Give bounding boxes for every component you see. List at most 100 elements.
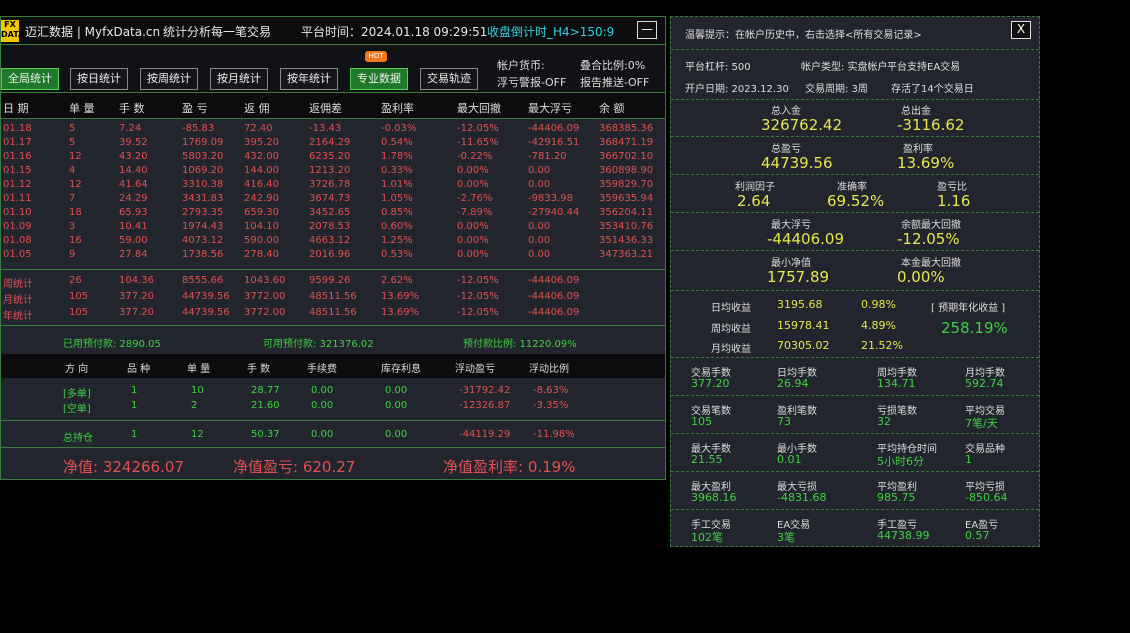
column-header[interactable]: 最大浮亏 [528, 100, 572, 116]
pro-data-button[interactable]: 专业数据 [350, 68, 408, 90]
table-cell: 1738.56 [182, 249, 224, 260]
table-cell: 144.00 [244, 165, 279, 176]
table-cell: -85.83 [182, 123, 215, 134]
positions-column-header: 单 量 [187, 364, 211, 375]
table-cell: 3 [69, 221, 76, 232]
global-stats-button[interactable]: 全局统计 [1, 68, 59, 90]
table-cell: 14.40 [119, 165, 148, 176]
table-cell: 2078.53 [309, 221, 351, 232]
column-header[interactable]: 单 量 [69, 100, 95, 116]
table-cell: 0.00% [457, 179, 489, 190]
table-cell: 18 [69, 207, 82, 218]
table-cell: 2016.96 [309, 249, 351, 260]
total-pnl-label: 总盈亏 [771, 144, 801, 155]
table-cell: 41.64 [119, 179, 148, 190]
balance-dd: -12.05% [897, 230, 960, 248]
table-cell: -13.43 [309, 123, 342, 134]
table-cell: 3726.78 [309, 179, 351, 190]
daily-stats-button[interactable]: 按日统计 [70, 68, 128, 90]
position-cell: 0.00 [385, 400, 408, 411]
column-header[interactable]: 最大回撤 [457, 100, 501, 116]
pnl-box: 总盈亏 44739.56 盈利率 13.69% [671, 136, 1039, 174]
table-cell: -27940.44 [528, 207, 580, 218]
close-button[interactable]: X [1011, 21, 1031, 39]
minimize-button[interactable]: — [637, 21, 657, 39]
column-header[interactable]: 手 数 [119, 100, 145, 116]
daily-return-label: 日均收益 [711, 303, 751, 314]
title-bar: FX DATA 迈汇数据 | MyfxData.cn 统计分析每一笔交易 平台时间… [1, 17, 665, 45]
table-cell: 01.05 [3, 249, 32, 260]
table-cell: 39.52 [119, 137, 148, 148]
position-total-cell: 12 [191, 429, 204, 440]
column-header[interactable]: 日 期 [3, 100, 29, 116]
equity-box: 最小净值 1757.89 本金最大回撤 0.00% [671, 250, 1039, 290]
table-cell: 1769.09 [182, 137, 224, 148]
metric-value: 377.20 [691, 377, 730, 390]
position-cell: 2 [191, 400, 198, 411]
table-cell: 01.09 [3, 221, 32, 232]
position-cell: 10 [191, 385, 204, 396]
position-total-cell: 0.00 [385, 429, 408, 440]
yearly-stats-button[interactable]: 按年统计 [280, 68, 338, 90]
summary-cell: 44739.56 [182, 291, 230, 302]
max-float: -44406.09 [767, 230, 844, 248]
total-out-label: 总出金 [901, 106, 931, 117]
position-cell: 1 [131, 385, 138, 396]
table-cell: 1.01% [381, 179, 413, 190]
column-header[interactable]: 返佣差 [309, 100, 342, 116]
table-cell: 0.00% [457, 235, 489, 246]
position-cell: 0.00 [311, 385, 334, 396]
table-cell: 416.40 [244, 179, 279, 190]
divider [1, 447, 665, 448]
summary-cell: 9599.26 [309, 275, 351, 286]
total-pnl: 44739.56 [761, 154, 833, 172]
report-push-toggle[interactable]: 报告推送-OFF [580, 74, 649, 90]
daily-return: 3195.68 [777, 298, 823, 311]
summary-cell: 1043.60 [244, 275, 286, 286]
table-cell: 3452.65 [309, 207, 351, 218]
table-cell: 1.05% [381, 193, 413, 204]
monthly-stats-button[interactable]: 按月统计 [210, 68, 268, 90]
column-header[interactable]: 返 佣 [244, 100, 270, 116]
fx-data-logo: FX DATA [1, 20, 24, 42]
trade-trace-button[interactable]: 交易轨迹 [420, 68, 478, 90]
profit-factor-label: 利润因子 [735, 182, 775, 193]
table-cell: 3431.83 [182, 193, 224, 204]
column-header[interactable]: 盈 亏 [182, 100, 208, 116]
metric-group: 手工交易 102笔 EA交易 3笔 手工盈亏 44738.99 EA盈亏 0.57 [671, 509, 1039, 547]
float-alert-toggle[interactable]: 浮亏警报-OFF [497, 74, 566, 90]
table-cell: 1974.43 [182, 221, 224, 232]
risk-reward: 1.16 [937, 192, 971, 210]
table-cell: -2.76% [457, 193, 493, 204]
profit-factor: 2.64 [737, 192, 771, 210]
divider [1, 269, 665, 270]
deposit-box: 总入金 326762.42 总出金 -3116.62 [671, 99, 1039, 136]
position-cell: 28.77 [251, 385, 280, 396]
leverage: 平台杠杆: 500 [685, 62, 751, 73]
table-cell: 0.33% [381, 165, 413, 176]
weekly-return: 15978.41 [777, 319, 830, 332]
weekly-stats-button[interactable]: 按周统计 [140, 68, 198, 90]
margin-free: 可用预付款: 321376.02 [263, 339, 374, 350]
metric-value: 592.74 [965, 377, 1004, 390]
table-cell: 395.20 [244, 137, 279, 148]
table-cell: 366702.10 [599, 151, 654, 162]
summary-cell: 105 [69, 291, 89, 302]
table-cell: 01.10 [3, 207, 32, 218]
metric-group: 最大盈利 3968.16 最大亏损 -4831.68 平均盈利 985.75 平均亏损 -85… [671, 471, 1039, 509]
toolbar: 全局统计 按日统计 按周统计 按月统计 按年统计 专业数据 HOT 交易轨迹 帐… [1, 45, 665, 93]
accuracy: 69.52% [827, 192, 885, 210]
position-total-cell: 0.00 [311, 429, 334, 440]
table-cell: 65.93 [119, 207, 148, 218]
column-header[interactable]: 余 额 [599, 100, 625, 116]
table-cell: 1213.20 [309, 165, 351, 176]
drawdown-box: 最大浮亏 -44406.09 余额最大回撤 -12.05% [671, 212, 1039, 250]
table-cell: -9833.98 [528, 193, 573, 204]
summary-cell: 48511.56 [309, 291, 357, 302]
summary-cell: 26 [69, 275, 82, 286]
combine-ratio[interactable]: 叠合比例:0% [580, 57, 645, 73]
metric-value: -850.64 [965, 491, 1008, 504]
account-currency: 帐户货币: [497, 59, 545, 72]
column-header[interactable]: 盈利率 [381, 100, 414, 116]
metric-value: 102笔 [691, 531, 723, 544]
